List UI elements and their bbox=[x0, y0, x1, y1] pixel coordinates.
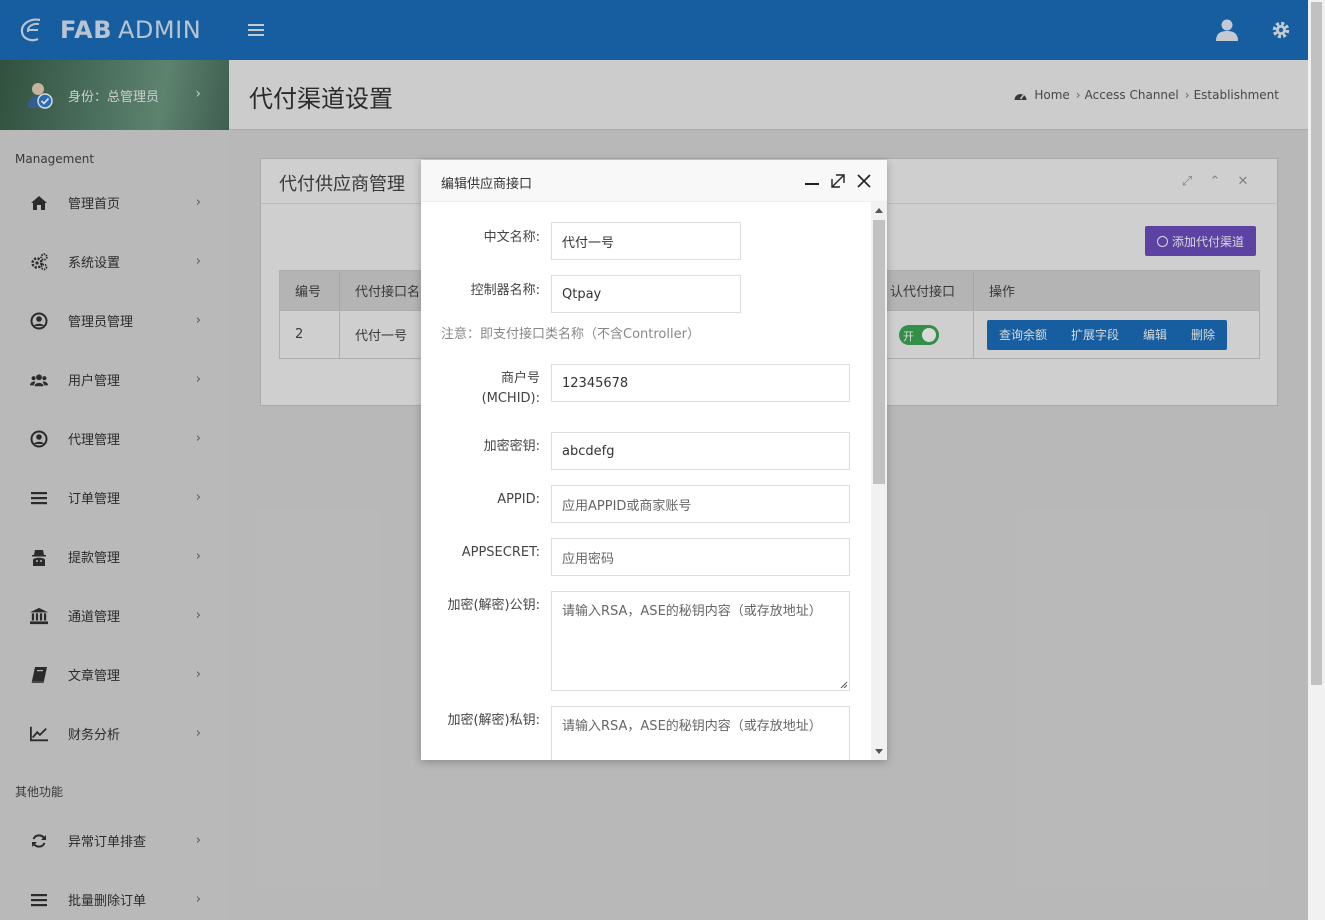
appid-label: APPID: bbox=[497, 492, 540, 507]
modal-title: 编辑供应商接口 bbox=[441, 177, 533, 192]
controller-note: 注意：即支付接口类名称（不含Controller） bbox=[441, 327, 700, 342]
appsecret-label: APPSECRET: bbox=[461, 545, 540, 560]
scroll-up-icon[interactable] bbox=[875, 208, 883, 213]
secret-key-input[interactable]: abcdefg bbox=[551, 432, 850, 470]
mchid-label: 商户号 (MCHID): bbox=[481, 371, 540, 406]
cn-name-label: 中文名称: bbox=[483, 230, 540, 245]
private-key-textarea[interactable]: 请输入RSA，ASE的秘钥内容（或存放地址） bbox=[551, 706, 850, 760]
modal-scrollbar[interactable] bbox=[871, 202, 887, 760]
controller-input[interactable]: Qtpay bbox=[551, 275, 741, 313]
public-key-textarea[interactable]: 请输入RSA，ASE的秘钥内容（或存放地址） bbox=[551, 591, 850, 691]
edit-supplier-modal: 编辑供应商接口 中文名称: 代付一号 控制器名称: Qtpay 注意：即支付接口… bbox=[421, 160, 887, 760]
close-icon[interactable] bbox=[851, 171, 877, 191]
page-scroll-thumb[interactable] bbox=[1311, 2, 1322, 685]
private-key-label: 加密(解密)私钥: bbox=[447, 713, 540, 728]
minimize-icon[interactable] bbox=[799, 171, 825, 191]
appid-input[interactable]: 应用APPID或商家账号 bbox=[551, 485, 850, 523]
appsecret-input[interactable]: 应用密码 bbox=[551, 538, 850, 576]
scroll-thumb[interactable] bbox=[873, 220, 885, 484]
cn-name-input[interactable]: 代付一号 bbox=[551, 222, 741, 260]
public-key-label: 加密(解密)公钥: bbox=[447, 598, 540, 613]
mchid-input[interactable]: 12345678 bbox=[551, 364, 850, 402]
page-scrollbar[interactable] bbox=[1308, 0, 1325, 920]
scroll-down-icon[interactable] bbox=[875, 749, 883, 754]
controller-label: 控制器名称: bbox=[470, 283, 540, 298]
secret-key-label: 加密密钥: bbox=[483, 439, 540, 454]
maximize-icon[interactable] bbox=[825, 171, 851, 191]
modal-header: 编辑供应商接口 bbox=[421, 160, 887, 202]
modal-form: 中文名称: 代付一号 控制器名称: Qtpay 注意：即支付接口类名称（不含Co… bbox=[421, 202, 871, 760]
resize-grip-icon[interactable] bbox=[838, 679, 848, 689]
